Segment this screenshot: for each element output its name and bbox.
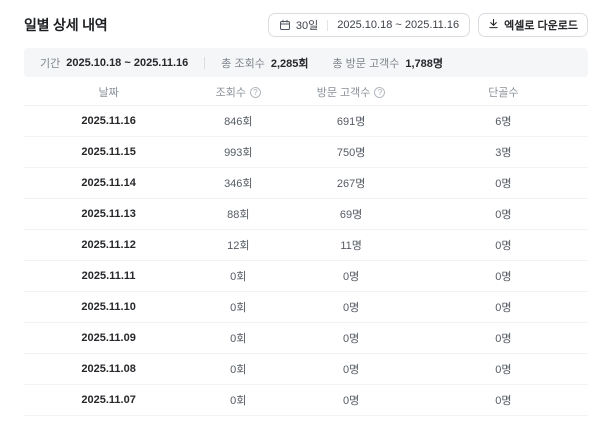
cell-views: 346회 xyxy=(193,175,283,191)
table-row: 2025.11.08 0회 0명 0명 xyxy=(24,354,588,385)
column-header-visitors: 방문 고객수 ? xyxy=(283,84,418,100)
cell-date: 2025.11.15 xyxy=(24,146,193,158)
cell-date: 2025.11.14 xyxy=(24,177,193,189)
column-header-views: 조회수 ? xyxy=(193,84,283,100)
cell-visitors: 0명 xyxy=(283,299,418,315)
cell-views: 0회 xyxy=(193,268,283,284)
table-row: 2025.11.10 0회 0명 0명 xyxy=(24,292,588,323)
cell-regulars: 0명 xyxy=(419,361,588,377)
table-row: 2025.11.07 0회 0명 0명 xyxy=(24,385,588,416)
column-header-label: 조회수 xyxy=(216,84,246,100)
help-icon[interactable]: ? xyxy=(250,87,261,98)
total-visitors-value: 1,788명 xyxy=(405,55,443,71)
cell-views: 0회 xyxy=(193,299,283,315)
cell-date: 2025.11.11 xyxy=(24,270,193,282)
cell-regulars: 0명 xyxy=(419,330,588,346)
total-views-label: 총 조회수 xyxy=(221,55,265,71)
column-header-label: 단골수 xyxy=(488,84,518,100)
cell-date: 2025.11.07 xyxy=(24,394,193,406)
cell-views: 0회 xyxy=(193,392,283,408)
cell-views: 88회 xyxy=(193,206,283,222)
page-title: 일별 상세 내역 xyxy=(24,15,107,35)
cell-regulars: 0명 xyxy=(419,268,588,284)
cell-visitors: 0명 xyxy=(283,330,418,346)
page-header: 일별 상세 내역 30일 2025.10.18 ~ 2025.11.16 xyxy=(24,12,588,38)
chip-divider xyxy=(327,20,328,31)
cell-visitors: 267명 xyxy=(283,175,418,191)
table-row: 2025.11.16 846회 691명 6명 xyxy=(24,106,588,137)
cell-views: 846회 xyxy=(193,113,283,129)
cell-regulars: 6명 xyxy=(419,113,588,129)
table-row: 2025.11.11 0회 0명 0명 xyxy=(24,261,588,292)
cell-date: 2025.11.13 xyxy=(24,208,193,220)
header-controls: 30일 2025.10.18 ~ 2025.11.16 엑셀로 다운로드 xyxy=(268,13,588,37)
total-views-value: 2,285회 xyxy=(271,55,309,71)
cell-visitors: 0명 xyxy=(283,361,418,377)
column-header-regulars: 단골수 xyxy=(419,84,588,100)
cell-views: 0회 xyxy=(193,330,283,346)
period-label: 기간 xyxy=(40,55,60,71)
cell-views: 12회 xyxy=(193,237,283,253)
excel-download-button[interactable]: 엑셀로 다운로드 xyxy=(478,13,588,37)
cell-date: 2025.11.10 xyxy=(24,301,193,313)
cell-regulars: 0명 xyxy=(419,299,588,315)
cell-regulars: 0명 xyxy=(419,206,588,222)
total-visitors-label: 총 방문 고객수 xyxy=(333,55,400,71)
cell-views: 0회 xyxy=(193,361,283,377)
column-header-label: 날짜 xyxy=(98,84,118,100)
cell-visitors: 0명 xyxy=(283,268,418,284)
cell-date: 2025.11.08 xyxy=(24,363,193,375)
daily-detail-page: 일별 상세 내역 30일 2025.10.18 ~ 2025.11.16 xyxy=(0,0,600,416)
cell-visitors: 11명 xyxy=(283,237,418,253)
cell-date: 2025.11.16 xyxy=(24,115,193,127)
calendar-icon xyxy=(279,19,291,31)
cell-date: 2025.11.09 xyxy=(24,332,193,344)
table-body: 2025.11.16 846회 691명 6명 2025.11.15 993회 … xyxy=(24,106,588,416)
period-days-label: 30일 xyxy=(296,17,318,33)
cell-regulars: 3명 xyxy=(419,144,588,160)
help-icon[interactable]: ? xyxy=(374,87,385,98)
table-header-row: 날짜 조회수 ? 방문 고객수 ? 단골수 xyxy=(24,79,588,106)
cell-date: 2025.11.12 xyxy=(24,239,193,251)
cell-regulars: 0명 xyxy=(419,175,588,191)
daily-table: 날짜 조회수 ? 방문 고객수 ? 단골수 2025.11.16 846회 69… xyxy=(24,79,588,416)
cell-regulars: 0명 xyxy=(419,237,588,253)
summary-divider xyxy=(204,57,205,69)
column-header-date: 날짜 xyxy=(24,84,193,100)
table-row: 2025.11.12 12회 11명 0명 xyxy=(24,230,588,261)
cell-visitors: 750명 xyxy=(283,144,418,160)
cell-views: 993회 xyxy=(193,144,283,160)
table-row: 2025.11.15 993회 750명 3명 xyxy=(24,137,588,168)
period-range-label: 2025.10.18 ~ 2025.11.16 xyxy=(337,19,459,31)
summary-bar: 기간 2025.10.18 ~ 2025.11.16 총 조회수 2,285회 … xyxy=(24,48,588,77)
period-selector[interactable]: 30일 2025.10.18 ~ 2025.11.16 xyxy=(268,13,470,37)
excel-download-label: 엑셀로 다운로드 xyxy=(504,17,578,33)
table-row: 2025.11.09 0회 0명 0명 xyxy=(24,323,588,354)
cell-visitors: 69명 xyxy=(283,206,418,222)
download-icon xyxy=(488,18,499,32)
cell-regulars: 0명 xyxy=(419,392,588,408)
cell-visitors: 0명 xyxy=(283,392,418,408)
table-row: 2025.11.14 346회 267명 0명 xyxy=(24,168,588,199)
cell-visitors: 691명 xyxy=(283,113,418,129)
period-value: 2025.10.18 ~ 2025.11.16 xyxy=(66,57,188,69)
column-header-label: 방문 고객수 xyxy=(317,84,371,100)
table-row: 2025.11.13 88회 69명 0명 xyxy=(24,199,588,230)
